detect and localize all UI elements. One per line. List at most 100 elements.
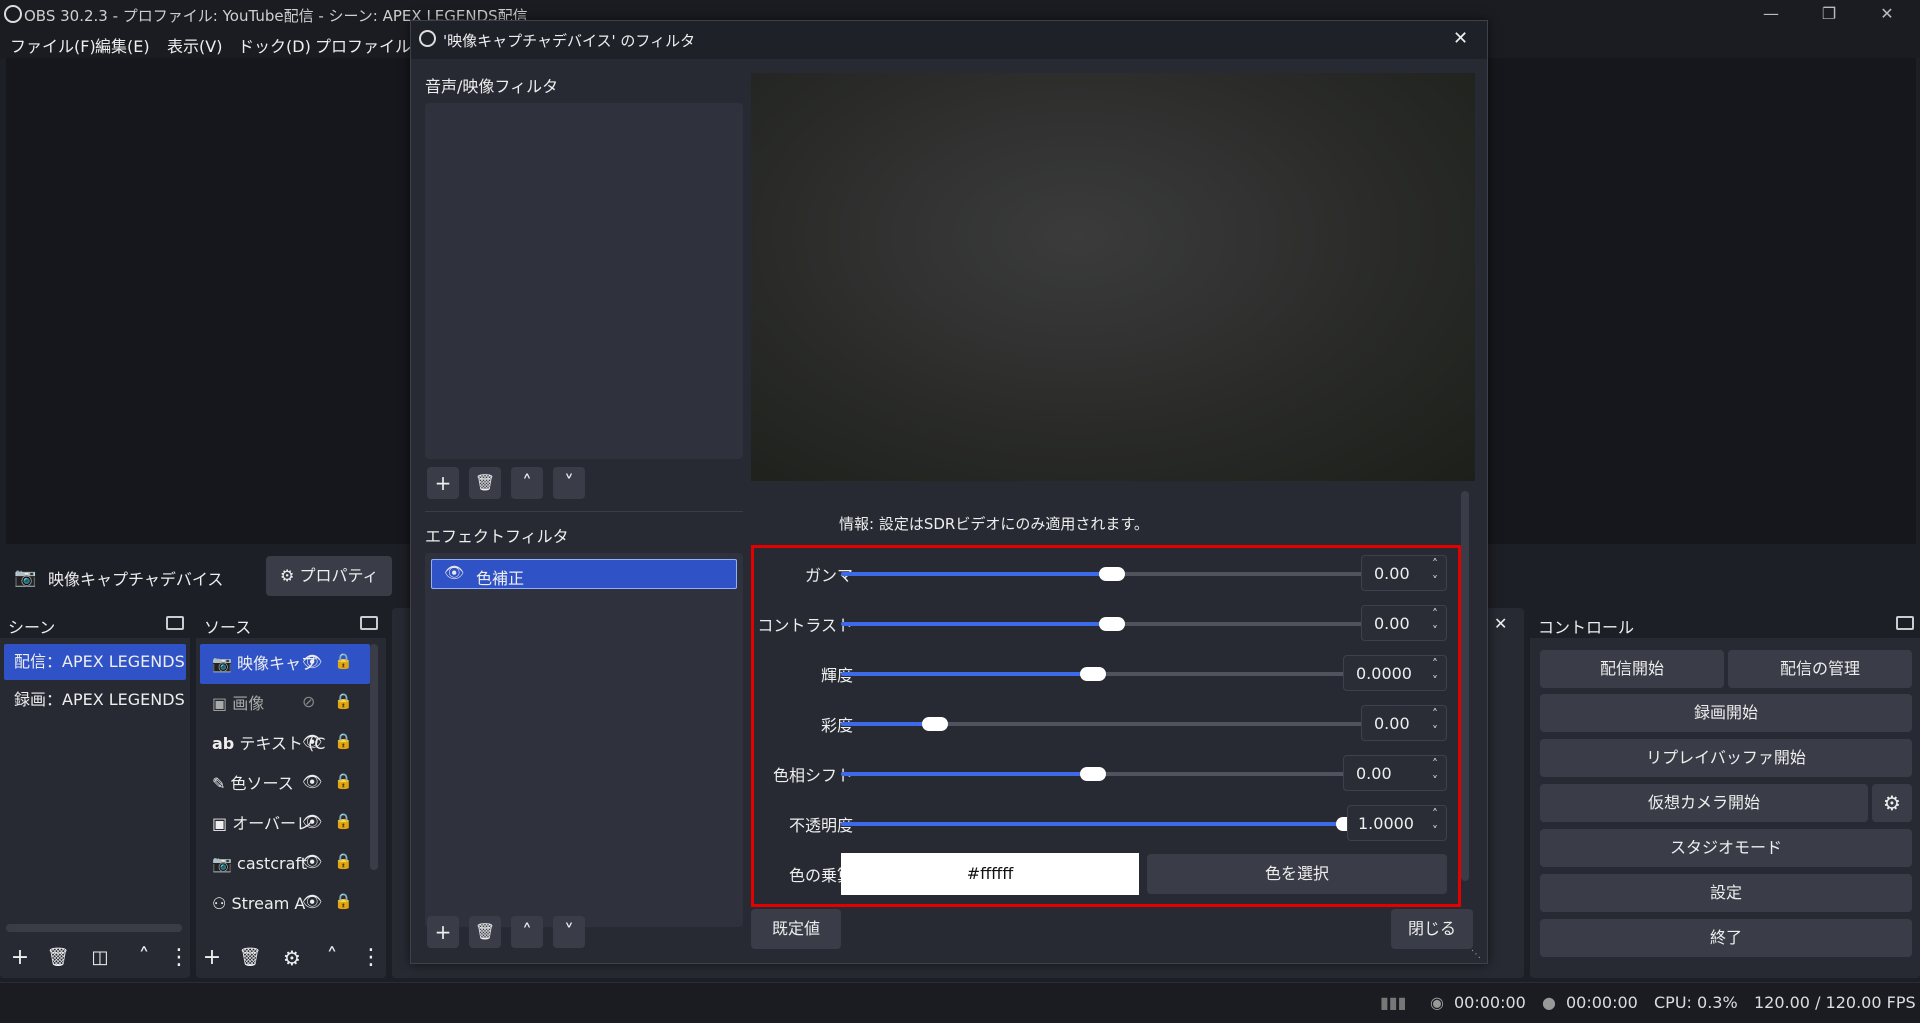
virtual-camera-button[interactable]: 仮想カメラ開始 — [1540, 784, 1868, 822]
spin-up-icon[interactable]: ˄ — [1424, 756, 1446, 773]
scenes-scrollbar[interactable] — [6, 924, 182, 932]
settings-button[interactable]: 設定 — [1540, 874, 1912, 912]
resize-grip-icon[interactable]: ⋱ — [1471, 949, 1481, 960]
remove-scene-icon[interactable]: 🗑 — [42, 942, 74, 974]
eye-icon[interactable]: 👁 — [444, 563, 464, 582]
saturation-slider-thumb[interactable] — [922, 717, 948, 731]
exit-button[interactable]: 終了 — [1540, 919, 1912, 957]
audio-video-filter-list[interactable] — [425, 103, 743, 459]
spin-up-icon[interactable]: ˄ — [1424, 656, 1446, 673]
brightness-spinbox[interactable]: 0.0000 ˄ ˅ — [1343, 655, 1447, 691]
source-item[interactable]: ✎ 色ソース — [212, 764, 294, 804]
contrast-spinbox[interactable]: 0.00 ˄ ˅ — [1361, 605, 1447, 641]
filter-preview[interactable] — [751, 73, 1475, 481]
move-scene-up-icon[interactable]: ˄ — [128, 942, 160, 974]
saturation-slider[interactable] — [841, 717, 1363, 731]
lock-icon[interactable]: 🔒 — [334, 892, 353, 910]
menu-file[interactable]: ファイル(F) — [10, 33, 96, 57]
eye-hidden-icon[interactable]: ⊘ — [302, 692, 315, 711]
add-filter-icon[interactable]: + — [427, 467, 459, 499]
dock-float-icon[interactable] — [360, 616, 378, 630]
eye-icon[interactable]: 👁 — [302, 892, 322, 911]
source-item[interactable]: ▣ オーバーレ — [212, 804, 312, 844]
spin-up-icon[interactable]: ˄ — [1424, 556, 1446, 573]
scene-item[interactable]: 配信：APEX LEGENDS — [4, 644, 186, 680]
start-stream-button[interactable]: 配信開始 — [1540, 650, 1724, 688]
defaults-button[interactable]: 既定値 — [751, 909, 841, 949]
source-item[interactable]: ▣ 画像 — [212, 684, 264, 724]
menu-dock[interactable]: ドック(D) — [238, 33, 311, 57]
eye-icon[interactable]: 👁 — [302, 652, 322, 671]
eye-icon[interactable]: 👁 — [302, 852, 322, 871]
spin-down-icon[interactable]: ˅ — [1424, 573, 1446, 590]
close-main-icon[interactable]: ✕ — [1864, 2, 1910, 26]
spin-down-icon[interactable]: ˅ — [1424, 723, 1446, 740]
move-filter-up-icon[interactable]: ˄ — [511, 467, 543, 499]
hue-shift-spinbox[interactable]: 0.00 ˄ ˅ — [1343, 755, 1447, 791]
effect-filter-item[interactable]: 👁 色補正 — [431, 559, 737, 589]
move-filter-down-icon[interactable]: ˅ — [553, 467, 585, 499]
opacity-spinbox[interactable]: 1.0000 ˄ ˅ — [1347, 805, 1447, 841]
minimize-icon[interactable]: — — [1748, 2, 1794, 26]
effect-filter-list[interactable]: 👁 色補正 — [425, 553, 743, 927]
sources-scrollbar[interactable] — [370, 644, 378, 870]
move-effect-filter-up-icon[interactable]: ˄ — [511, 916, 543, 948]
lock-icon[interactable]: 🔒 — [334, 772, 353, 790]
scene-filter-icon[interactable]: ◫ — [84, 942, 116, 974]
scene-more-icon[interactable]: ⋮ — [168, 942, 190, 974]
brightness-slider-thumb[interactable] — [1080, 667, 1106, 681]
restore-icon[interactable]: ❐ — [1806, 2, 1852, 26]
lock-icon[interactable]: 🔒 — [334, 692, 353, 710]
dock-float-icon[interactable] — [166, 616, 184, 630]
close-dock-icon[interactable]: ✕ — [1494, 614, 1507, 633]
spin-up-icon[interactable]: ˄ — [1424, 606, 1446, 623]
source-more-icon[interactable]: ⋮ — [360, 942, 382, 974]
lock-icon[interactable]: 🔒 — [334, 812, 353, 830]
manage-stream-button[interactable]: 配信の管理 — [1728, 650, 1912, 688]
source-item[interactable]: ⚇ Stream A — [212, 884, 305, 924]
add-source-icon[interactable]: + — [196, 942, 228, 974]
studio-mode-button[interactable]: スタジオモード — [1540, 829, 1912, 867]
menu-edit[interactable]: 編集(E) — [95, 33, 150, 57]
spin-down-icon[interactable]: ˅ — [1424, 773, 1446, 790]
lock-icon[interactable]: 🔒 — [334, 852, 353, 870]
remove-effect-filter-icon[interactable]: 🗑 — [469, 916, 501, 948]
remove-filter-icon[interactable]: 🗑 — [469, 467, 501, 499]
close-dialog-icon[interactable]: ✕ — [1453, 28, 1468, 49]
replay-buffer-button[interactable]: リプレイバッファ開始 — [1540, 739, 1912, 777]
spin-up-icon[interactable]: ˄ — [1424, 706, 1446, 723]
spin-down-icon[interactable]: ˅ — [1424, 823, 1446, 840]
spin-up-icon[interactable]: ˄ — [1424, 806, 1446, 823]
contrast-slider[interactable] — [841, 617, 1363, 631]
scene-item[interactable]: 録画：APEX LEGENDS — [4, 682, 186, 718]
spin-down-icon[interactable]: ˅ — [1424, 673, 1446, 690]
contrast-slider-thumb[interactable] — [1099, 617, 1125, 631]
gamma-spinbox[interactable]: 0.00 ˄ ˅ — [1361, 555, 1447, 591]
eye-icon[interactable]: 👁 — [302, 772, 322, 791]
lock-icon[interactable]: 🔒 — [334, 732, 353, 750]
properties-scrollbar[interactable] — [1461, 491, 1469, 881]
add-scene-icon[interactable]: + — [4, 942, 36, 974]
opacity-slider[interactable] — [841, 817, 1362, 831]
source-item[interactable]: 📷 castcraft — [212, 844, 307, 884]
brightness-slider[interactable] — [841, 667, 1345, 681]
start-record-button[interactable]: 録画開始 — [1540, 694, 1912, 732]
gamma-slider-thumb[interactable] — [1099, 567, 1125, 581]
source-properties-gear-icon[interactable]: ⚙ — [276, 942, 308, 974]
close-button[interactable]: 閉じる — [1391, 909, 1473, 949]
hue-shift-slider[interactable] — [841, 767, 1345, 781]
move-source-up-icon[interactable]: ˄ — [316, 942, 348, 974]
lock-icon[interactable]: 🔒 — [334, 652, 353, 670]
dock-float-icon[interactable] — [1896, 616, 1914, 630]
properties-button[interactable]: ⚙ プロパティ — [266, 556, 393, 596]
eye-icon[interactable]: 👁 — [302, 732, 322, 751]
spin-down-icon[interactable]: ˅ — [1424, 623, 1446, 640]
saturation-spinbox[interactable]: 0.00 ˄ ˅ — [1361, 705, 1447, 741]
select-color-button[interactable]: 色を選択 — [1147, 854, 1447, 894]
add-effect-filter-icon[interactable]: + — [427, 916, 459, 948]
remove-source-icon[interactable]: 🗑 — [234, 942, 266, 974]
eye-icon[interactable]: 👁 — [302, 812, 322, 831]
menu-view[interactable]: 表示(V) — [167, 33, 222, 57]
virtual-camera-settings-gear-icon[interactable]: ⚙ — [1872, 784, 1912, 822]
gamma-slider[interactable] — [841, 567, 1363, 581]
